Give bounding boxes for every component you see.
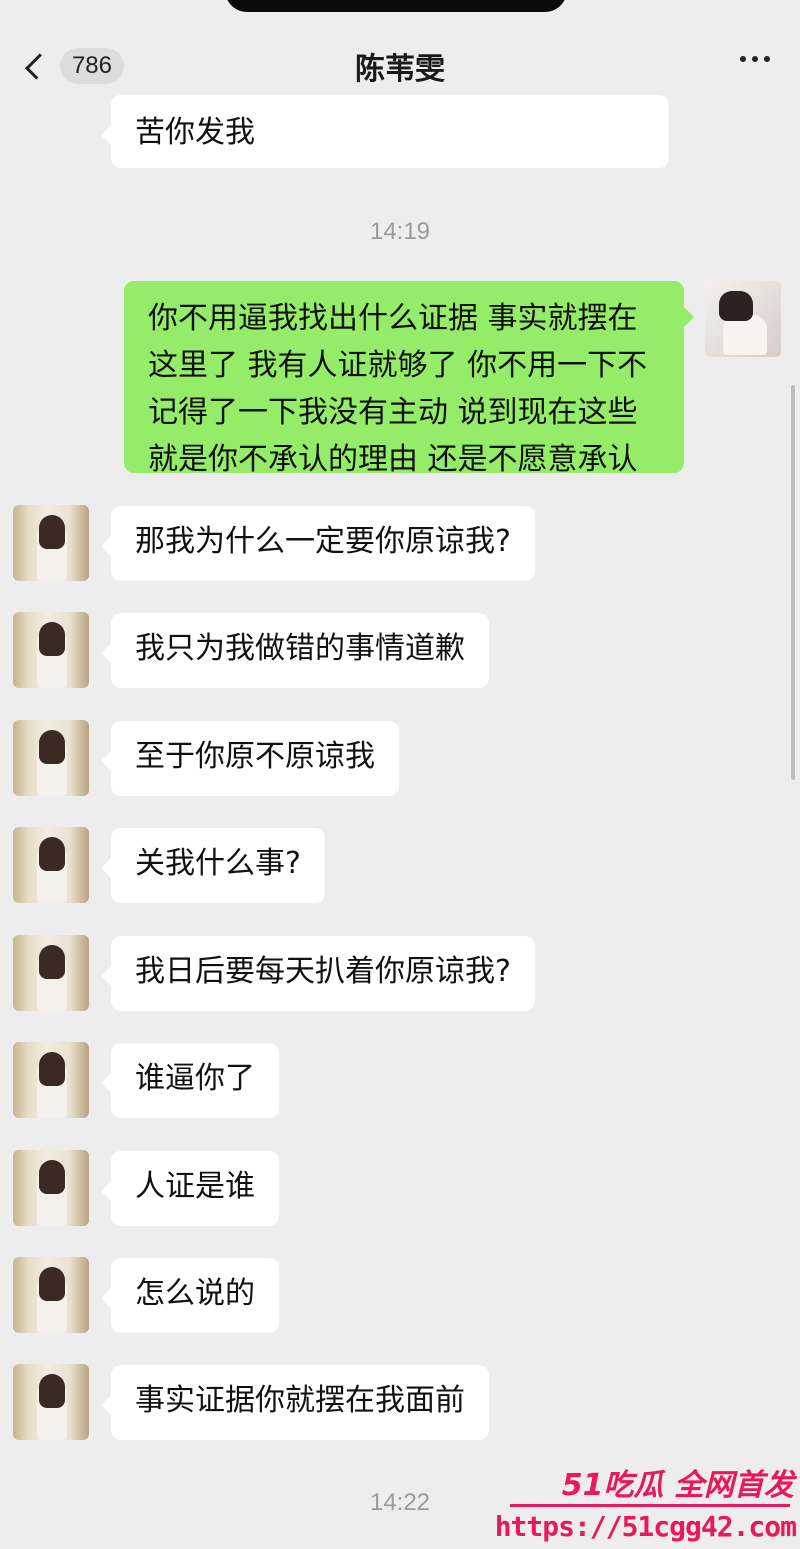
message-text: 我日后要每天扒着你原谅我? [135, 954, 511, 989]
watermark-brand: 51吃瓜 全网首发 [561, 1468, 794, 1503]
their-message-bubble[interactable]: 人证是谁 [101, 1151, 279, 1226]
chat-header: 786 陈苇雯 [0, 0, 800, 108]
message-text: 谁逼你了 [135, 1061, 255, 1096]
contact-avatar[interactable] [13, 612, 89, 688]
timestamp: 14:19 [369, 218, 431, 245]
message-text: 我只为我做错的事情道歉 [135, 631, 465, 666]
message-text: 人证是谁 [135, 1169, 255, 1204]
avatar-hair [719, 291, 753, 321]
contact-avatar[interactable] [13, 1364, 89, 1440]
their-message-bubble[interactable]: 我只为我做错的事情道歉 [101, 613, 489, 688]
contact-avatar[interactable] [13, 505, 89, 581]
message-text: 那我为什么一定要你原谅我? [135, 524, 511, 559]
their-message-bubble[interactable]: 至于你原不原谅我 [101, 721, 399, 796]
their-message-bubble[interactable]: 关我什么事? [101, 828, 325, 903]
site-watermark: 51吃瓜 全网首发 https://51cgg42.com [495, 1452, 800, 1549]
their-message-bubble[interactable]: 那我为什么一定要你原谅我? [101, 506, 535, 581]
my-avatar[interactable] [705, 281, 781, 357]
message-text: 苦你发我 [135, 115, 255, 150]
contact-avatar[interactable] [13, 1042, 89, 1118]
contact-avatar[interactable] [13, 720, 89, 796]
more-options-button[interactable] [740, 56, 770, 62]
message-text: 你不用逼我找出什么证据 事实就摆在这里了 我有人证就够了 你不用一下不记得了一下… [148, 301, 648, 477]
message-text: 事实证据你就摆在我面前 [135, 1383, 465, 1418]
chat-title: 陈苇雯 [355, 52, 445, 87]
message-text: 怎么说的 [135, 1276, 255, 1311]
more-dot-icon [752, 56, 758, 62]
avatar-hair [39, 945, 65, 979]
their-message-bubble[interactable]: 事实证据你就摆在我面前 [101, 1365, 489, 1440]
their-message-bubble[interactable]: 我日后要每天扒着你原谅我? [101, 936, 535, 1011]
more-dot-icon [764, 56, 770, 62]
contact-avatar[interactable] [13, 1150, 89, 1226]
avatar-hair [39, 1267, 65, 1301]
their-message-bubble[interactable]: 怎么说的 [101, 1258, 279, 1333]
my-message-bubble[interactable]: 你不用逼我找出什么证据 事实就摆在这里了 我有人证就够了 你不用一下不记得了一下… [124, 281, 694, 477]
avatar-hair [39, 622, 65, 656]
avatar-figure [723, 315, 767, 355]
message-bubble-partial[interactable]: 苦你发我 [101, 95, 669, 168]
avatar-hair [39, 730, 65, 764]
message-text: 至于你原不原谅我 [135, 739, 375, 774]
watermark-url: https://51cgg42.com [494, 1510, 797, 1543]
more-dot-icon [740, 56, 746, 62]
contact-avatar[interactable] [13, 935, 89, 1011]
avatar-hair [39, 837, 65, 871]
message-text: 关我什么事? [135, 846, 301, 881]
watermark-divider [510, 1504, 790, 1507]
avatar-hair [39, 515, 65, 549]
contact-avatar[interactable] [13, 827, 89, 903]
avatar-hair [39, 1374, 65, 1408]
avatar-hair [39, 1160, 65, 1194]
contact-avatar[interactable] [13, 1257, 89, 1333]
avatar-hair [39, 1052, 65, 1086]
their-message-bubble[interactable]: 谁逼你了 [101, 1043, 279, 1118]
scrollbar[interactable] [791, 385, 795, 780]
